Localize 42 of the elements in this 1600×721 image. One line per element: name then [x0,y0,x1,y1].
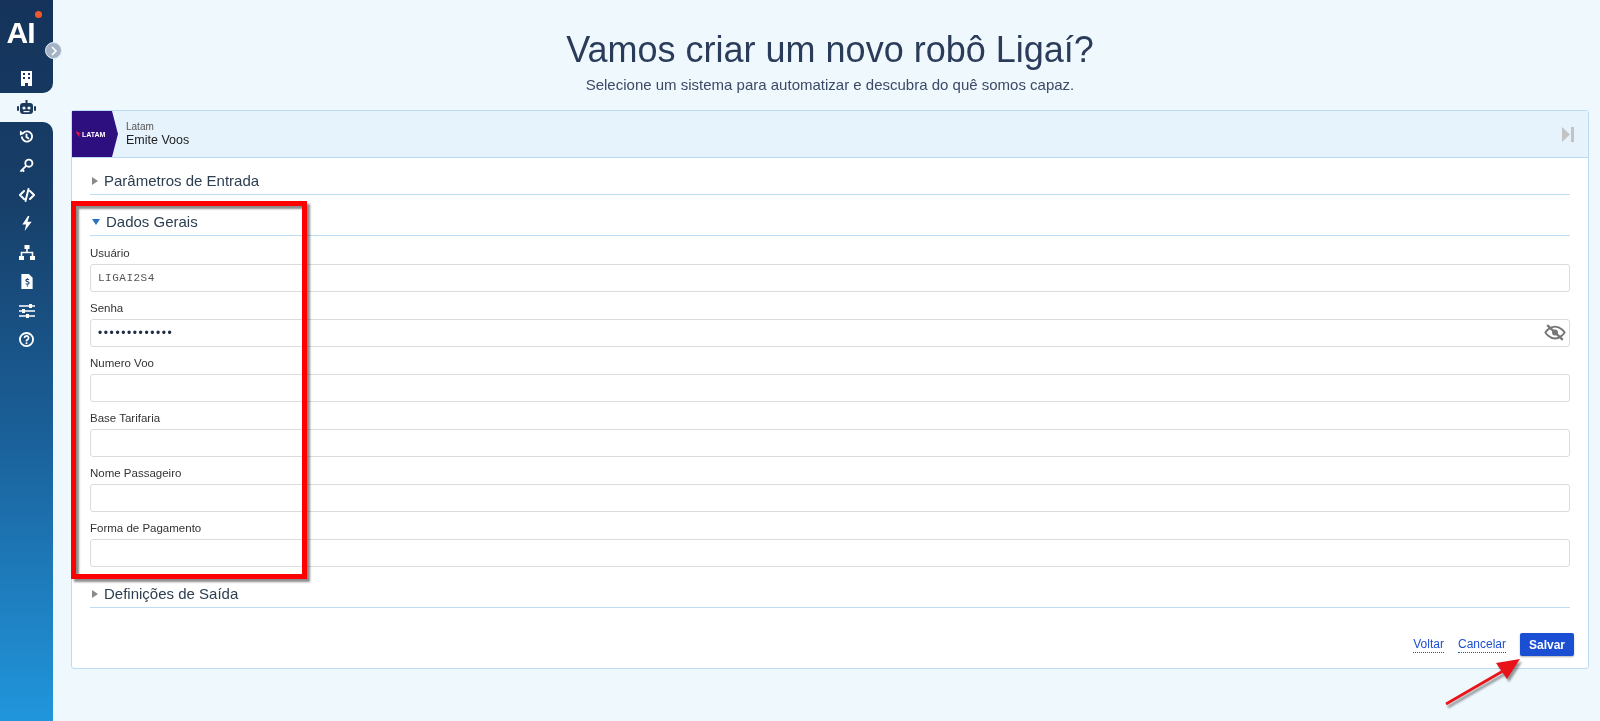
field-label: Base Tarifaria [90,411,162,425]
input-field[interactable] [90,539,1570,567]
sliders-icon [18,303,35,318]
help-icon [19,332,34,347]
system-name: Latam [126,120,155,133]
input-field[interactable]: LIGAI2S4 [90,264,1570,292]
page-subtitle: Selecione um sistema para automatizar e descubra do quê somos capaz. [584,76,1076,94]
password-field[interactable]: ••••••••••••• [90,319,1570,347]
brand-mark-icon [76,131,81,137]
page-title: Vamos criar um novo robô Ligaí? [565,28,1095,72]
input-field[interactable] [90,374,1570,402]
caret-right-icon [92,176,98,185]
section-header[interactable]: Definições de Saída [90,580,1570,608]
field-label: Nome Passageiro [90,466,183,480]
section-header[interactable]: Parâmetros de Entrada [90,167,1570,195]
robot-name: Emite Voos [126,132,190,148]
section-header[interactable]: Dados Gerais [90,208,1570,236]
field-label: Numero Voo [90,356,155,370]
text-link[interactable]: Voltar [1413,636,1444,653]
field-label: Usuário [90,246,131,260]
eye-slash-icon[interactable] [1544,324,1566,341]
lightning-bolt-icon [21,216,32,231]
key-icon [19,158,34,173]
field-label: Senha [90,301,125,315]
building-icon [21,71,32,86]
sidebar-item[interactable] [0,122,53,151]
field-label: Forma de Pagamento [90,521,203,535]
input-field[interactable] [90,484,1570,512]
invoice-icon [20,274,33,289]
sidebar-item[interactable] [0,64,53,93]
input-field[interactable] [90,429,1570,457]
logo-dot-icon [35,11,42,18]
code-icon [18,187,35,202]
caret-down-icon [92,218,100,225]
chevron-right-icon [49,45,58,56]
caret-right-icon [92,589,98,598]
text-link[interactable]: Cancelar [1457,636,1506,653]
robot-icon [17,100,36,115]
history-icon [19,129,34,144]
sitemap-icon [18,245,35,260]
logo-text: AI [6,16,35,50]
save-button[interactable]: Salvar [1520,633,1574,656]
